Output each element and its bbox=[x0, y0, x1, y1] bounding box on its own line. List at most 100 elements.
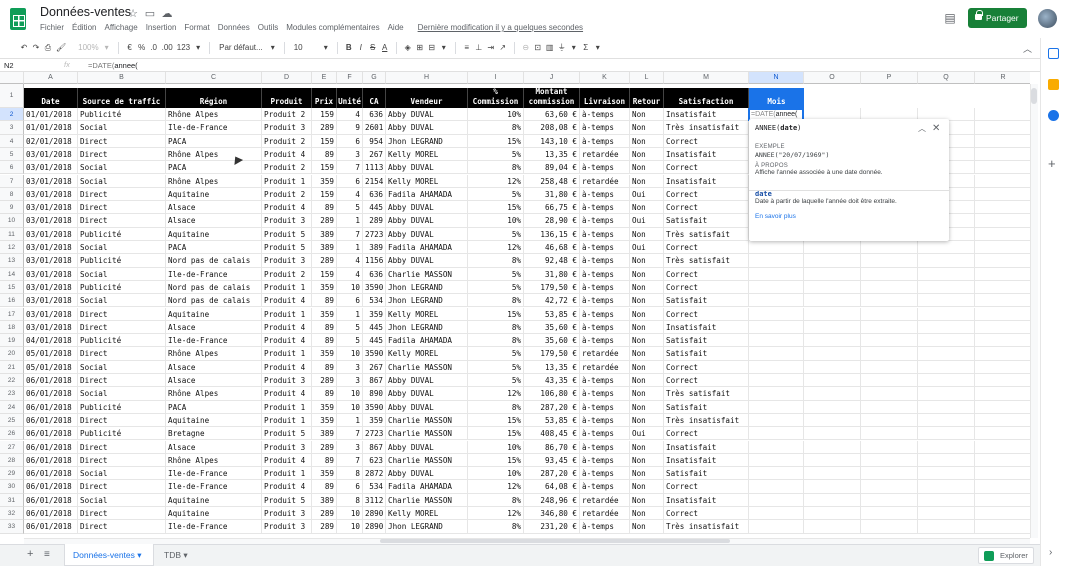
table-cell[interactable]: Produit 3 bbox=[262, 440, 312, 454]
empty-cell[interactable] bbox=[975, 321, 1030, 335]
table-cell[interactable]: à-temps bbox=[580, 427, 630, 441]
row-header[interactable]: 10 bbox=[0, 214, 24, 228]
table-cell[interactable]: Satisfait bbox=[664, 294, 749, 308]
table-cell[interactable]: PACA bbox=[166, 400, 262, 414]
table-cell[interactable]: à-temps bbox=[580, 453, 630, 468]
table-cell[interactable]: Correct bbox=[664, 374, 749, 388]
table-cell[interactable]: 5% bbox=[468, 360, 524, 374]
table-cell[interactable]: 2601 bbox=[363, 121, 386, 135]
empty-cell[interactable] bbox=[861, 440, 918, 454]
table-cell[interactable]: Publicité bbox=[78, 227, 166, 241]
table-cell[interactable]: Abby DUVAL bbox=[386, 254, 468, 268]
table-cell[interactable]: Très satisfait bbox=[664, 254, 749, 268]
table-cell[interactable]: Produit 3 bbox=[262, 214, 312, 228]
table-cell[interactable]: Fadila AHAMADA bbox=[386, 334, 468, 348]
menu-item[interactable]: Format bbox=[184, 23, 209, 32]
table-cell[interactable]: 86,70 € bbox=[524, 440, 580, 454]
table-cell[interactable]: Non bbox=[630, 201, 664, 215]
table-cell[interactable]: Correct bbox=[664, 507, 749, 521]
table-cell[interactable]: Produit 4 bbox=[262, 201, 312, 215]
empty-cell[interactable] bbox=[918, 467, 975, 481]
table-header-cell[interactable]: Source de traffic bbox=[78, 88, 166, 108]
table-cell[interactable]: 53,85 € bbox=[524, 413, 580, 428]
comments-icon[interactable]: ▤ bbox=[942, 10, 958, 26]
table-cell[interactable]: Insatisfait bbox=[664, 493, 749, 507]
table-cell[interactable]: Nord pas de calais bbox=[166, 280, 262, 295]
table-cell[interactable]: à-temps bbox=[580, 267, 630, 281]
column-header[interactable]: I bbox=[468, 72, 524, 84]
table-cell[interactable]: 159 bbox=[312, 134, 337, 148]
table-cell[interactable]: Direct bbox=[78, 453, 166, 468]
table-cell[interactable]: 10 bbox=[337, 347, 363, 361]
table-cell[interactable]: 3590 bbox=[363, 400, 386, 414]
tab-donnees-ventes[interactable]: Données-ventes ▾ bbox=[64, 544, 154, 566]
row-header[interactable]: 29 bbox=[0, 467, 24, 481]
table-cell[interactable]: 03/01/2018 bbox=[24, 227, 78, 241]
table-cell[interactable]: 46,68 € bbox=[524, 241, 580, 255]
table-cell[interactable]: 53,85 € bbox=[524, 307, 580, 321]
empty-cell[interactable] bbox=[975, 175, 1030, 188]
more-formats-button[interactable]: 123 bbox=[175, 43, 192, 52]
table-header-cell[interactable]: Livraison bbox=[580, 88, 630, 108]
calendar-icon[interactable] bbox=[1048, 48, 1059, 59]
table-cell[interactable]: 89 bbox=[312, 334, 337, 348]
table-cell[interactable]: 179,50 € bbox=[524, 280, 580, 295]
table-cell[interactable]: 7 bbox=[337, 227, 363, 241]
table-cell[interactable]: 287,20 € bbox=[524, 467, 580, 481]
row-header[interactable]: 13 bbox=[0, 254, 24, 268]
table-cell[interactable]: Abby DUVAL bbox=[386, 400, 468, 414]
empty-cell[interactable] bbox=[975, 387, 1030, 401]
empty-cell[interactable] bbox=[861, 453, 918, 468]
table-cell[interactable]: 03/01/2018 bbox=[24, 254, 78, 268]
table-cell[interactable]: 890 bbox=[363, 387, 386, 401]
table-cell[interactable]: 3 bbox=[337, 440, 363, 454]
last-edit-link[interactable]: Dernière modification il y a quelques se… bbox=[418, 23, 583, 32]
empty-cell[interactable] bbox=[861, 480, 918, 494]
empty-cell[interactable] bbox=[975, 254, 1030, 268]
table-cell[interactable]: Abby DUVAL bbox=[386, 387, 468, 401]
empty-cell[interactable] bbox=[975, 441, 1030, 454]
table-cell[interactable]: Bretagne bbox=[166, 427, 262, 441]
table-cell[interactable]: retardée bbox=[580, 347, 630, 361]
empty-cell[interactable] bbox=[975, 268, 1030, 281]
table-header-cell[interactable]: Prix bbox=[312, 88, 337, 108]
table-cell[interactable]: 06/01/2018 bbox=[24, 520, 78, 534]
explore-button[interactable]: Explorer bbox=[978, 547, 1034, 564]
empty-cell[interactable] bbox=[749, 294, 804, 308]
empty-cell[interactable] bbox=[975, 520, 1030, 534]
table-cell[interactable]: Publicité bbox=[78, 254, 166, 268]
empty-cell[interactable] bbox=[975, 214, 1030, 228]
table-cell[interactable]: à-temps bbox=[580, 134, 630, 148]
row-header[interactable]: 18 bbox=[0, 320, 24, 335]
table-cell[interactable]: 5% bbox=[468, 187, 524, 202]
empty-cell[interactable] bbox=[918, 387, 975, 401]
table-cell[interactable]: Charlie MASSON bbox=[386, 427, 468, 441]
empty-cell[interactable] bbox=[861, 254, 918, 268]
table-cell[interactable]: 3112 bbox=[363, 493, 386, 507]
select-all-corner[interactable] bbox=[0, 72, 24, 84]
table-header-cell[interactable]: CA bbox=[363, 88, 386, 108]
empty-cell[interactable] bbox=[975, 108, 1030, 122]
table-cell[interactable]: 28,90 € bbox=[524, 214, 580, 228]
table-cell[interactable]: Direct bbox=[78, 307, 166, 321]
table-cell[interactable]: Jhon LEGRAND bbox=[386, 520, 468, 534]
close-icon[interactable]: ✕ bbox=[932, 123, 940, 134]
table-cell[interactable]: Correct bbox=[664, 360, 749, 374]
empty-cell[interactable] bbox=[975, 347, 1030, 361]
table-cell[interactable]: à-temps bbox=[580, 320, 630, 335]
table-cell[interactable]: 4 bbox=[337, 267, 363, 281]
row-header[interactable]: 16 bbox=[0, 294, 24, 308]
table-cell[interactable]: Jhon LEGRAND bbox=[386, 320, 468, 335]
table-cell[interactable]: 03/01/2018 bbox=[24, 187, 78, 202]
table-cell[interactable]: 359 bbox=[312, 307, 337, 321]
table-cell[interactable]: à-temps bbox=[580, 467, 630, 481]
empty-cell[interactable] bbox=[861, 307, 918, 321]
empty-cell[interactable] bbox=[975, 427, 1030, 441]
row-header[interactable]: 21 bbox=[0, 360, 24, 374]
table-cell[interactable]: Aquitaine bbox=[166, 307, 262, 321]
empty-cell[interactable] bbox=[749, 387, 804, 401]
table-cell[interactable]: 159 bbox=[312, 108, 337, 122]
menu-item[interactable]: Édition bbox=[72, 23, 96, 32]
table-cell[interactable]: Produit 4 bbox=[262, 294, 312, 308]
table-cell[interactable]: 1113 bbox=[363, 161, 386, 175]
